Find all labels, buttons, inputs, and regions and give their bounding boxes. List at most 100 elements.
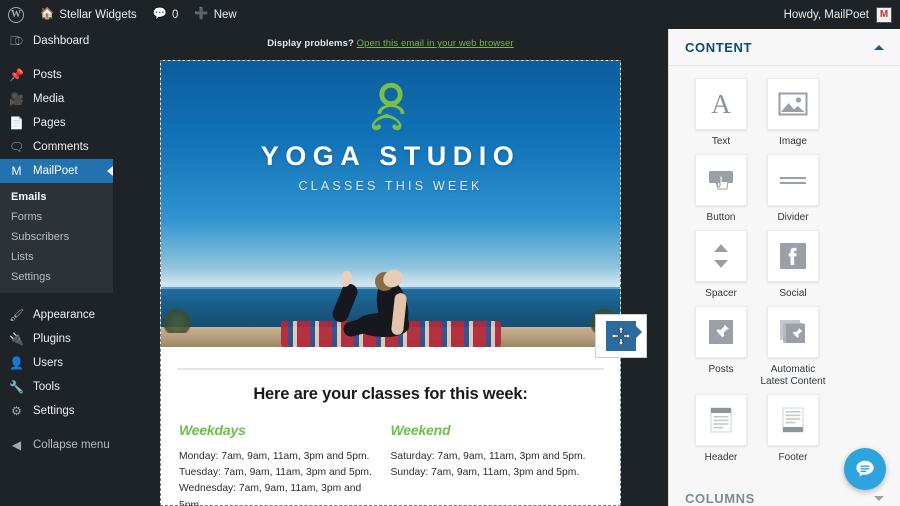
yoga-figure-logo: [371, 82, 405, 131]
classes-columns: Weekdays Monday: 7am, 9am, 11am, 3pm and…: [175, 422, 606, 506]
site-name-label: Stellar Widgets: [59, 8, 137, 21]
widget-text[interactable]: A Text: [687, 78, 755, 148]
comment-icon: 🗨: [9, 140, 25, 154]
sidebar-item-label: Posts: [33, 69, 62, 81]
widget-label: Social: [779, 288, 807, 299]
weekend-column[interactable]: Weekend Saturday: 7am, 9am, 11am, 3pm an…: [391, 422, 603, 506]
email-body[interactable]: YOGA STUDIO CLASSES THIS WEEK Here are y…: [160, 60, 647, 506]
chat-bubble-icon: [856, 460, 874, 477]
sidebar-item-label: Collapse menu: [33, 439, 110, 451]
widget-label: Spacer: [705, 288, 737, 299]
help-chat-button[interactable]: [844, 448, 886, 490]
chevron-up-icon[interactable]: [874, 45, 884, 50]
active-arrow-icon: [107, 166, 113, 176]
submenu-item-emails[interactable]: Emails: [0, 187, 113, 207]
widget-posts[interactable]: Posts: [687, 306, 755, 388]
widget-button[interactable]: Button: [687, 154, 755, 224]
submenu-item-forms[interactable]: Forms: [0, 207, 113, 227]
schedule-line: Tuesday: 7am, 9am, 11am, 3pm and 5pm.: [179, 467, 372, 479]
sidebar-item-mailpoet[interactable]: M MailPoet: [0, 159, 113, 183]
move-handle-icon: [606, 321, 642, 351]
comment-icon: 💬: [152, 7, 167, 20]
spacer-icon: [695, 230, 747, 282]
pages-icon: 📄: [9, 116, 24, 130]
sidebar-item-label: Pages: [33, 117, 66, 129]
sidebar-item-tools[interactable]: 🔧 Tools: [0, 375, 113, 399]
weekend-title: Weekend: [390, 422, 451, 438]
sidebar-item-label: Dashboard: [33, 35, 90, 47]
header-icon: [695, 394, 747, 446]
comments-button[interactable]: 💬 0: [145, 0, 187, 29]
wordpress-logo-icon: W: [8, 6, 24, 23]
account-menu[interactable]: Howdy, MailPoet M: [783, 6, 900, 23]
sidebar-item-appearance[interactable]: 🖌 Appearance: [0, 303, 113, 327]
open-in-browser-link[interactable]: Open this email in your web browser: [357, 38, 514, 49]
sidebar-item-label: Settings: [33, 405, 75, 417]
admin-sidebar: ⎄ Dashboard 📌 Posts 🎥 Media 📄 Pages 🗨 Co…: [0, 29, 113, 506]
weekend-schedule: Saturday: 7am, 9am, 11am, 3pm and 5pm. S…: [391, 449, 593, 481]
widget-label: Button: [706, 212, 736, 223]
button-icon: [695, 154, 747, 206]
posts-icon: [695, 306, 747, 358]
widget-automatic-latest-content[interactable]: Automatic Latest Content: [759, 306, 827, 388]
classes-heading: Here are your classes for this week:: [253, 385, 528, 403]
submenu-item-lists[interactable]: Lists: [0, 247, 113, 267]
sidebar-item-users[interactable]: 👤 Users: [0, 351, 113, 375]
widget-footer[interactable]: Footer: [759, 394, 827, 464]
sidebar-item-dashboard[interactable]: ⎄ Dashboard: [0, 29, 113, 53]
widget-spacer[interactable]: Spacer: [687, 230, 755, 300]
media-icon: 🎥: [9, 92, 24, 106]
widget-header[interactable]: Header: [687, 394, 755, 464]
wrench-icon: 🔧: [9, 380, 24, 394]
move-block-handle[interactable]: [595, 314, 647, 358]
sidebar-item-label: Appearance: [33, 309, 96, 321]
sidebar-item-label: Media: [33, 93, 65, 105]
hero-overlay: YOGA STUDIO CLASSES THIS WEEK: [161, 61, 620, 347]
mailpoet-icon: M: [11, 164, 22, 178]
new-label: New: [213, 8, 237, 21]
sidebar-item-pages[interactable]: 📄 Pages: [0, 111, 113, 135]
sidebar-collapse-menu[interactable]: ◀ Collapse menu: [0, 433, 113, 457]
greeting-label: Howdy, MailPoet: [783, 8, 869, 21]
brush-icon: 🖌: [9, 308, 25, 322]
widget-image[interactable]: Image: [759, 78, 827, 148]
content-divider: [177, 368, 604, 370]
schedule-line: Saturday: 7am, 9am, 11am, 3pm and 5pm.: [390, 451, 586, 462]
schedule-line: Wednesday: 7am, 9am, 11am, 3pm and 5pm.: [179, 483, 362, 506]
section-header-content[interactable]: CONTENT: [669, 29, 900, 66]
schedule-line: Sunday: 7am, 9am, 11am, 3pm and 5pm.: [390, 467, 580, 479]
email-header-image[interactable]: YOGA STUDIO CLASSES THIS WEEK: [161, 61, 620, 347]
submenu-item-settings[interactable]: Settings: [0, 267, 113, 287]
sidebar-item-label: Tools: [33, 381, 60, 393]
section-title: CONTENT: [685, 40, 753, 55]
content-widgets-grid: A Text Image Button Divider Spacer Socia…: [669, 66, 900, 480]
dashboard-icon: ⎄: [10, 34, 23, 48]
site-name-button[interactable]: 🏠 Stellar Widgets: [32, 0, 145, 29]
sidebar-item-label: MailPoet: [33, 165, 78, 177]
automatic-latest-content-icon: [767, 306, 819, 358]
sidebar-item-plugins[interactable]: 🔌 Plugins: [0, 327, 113, 351]
widget-label: Image: [779, 136, 807, 147]
comments-count: 0: [172, 8, 179, 21]
sidebar-item-label: Comments: [33, 141, 89, 153]
email-canvas: Display problems? Open this email in you…: [113, 29, 668, 506]
submenu-item-subscribers[interactable]: Subscribers: [0, 227, 113, 247]
pin-icon: 📌: [9, 68, 24, 82]
sidebar-item-label: Plugins: [33, 333, 71, 345]
admin-bar: W 🏠 Stellar Widgets 💬 0 ➕ New Howdy, Mai…: [0, 0, 900, 29]
plus-icon: ➕: [194, 7, 209, 20]
widget-label: Automatic Latest Content: [760, 364, 826, 387]
sidebar-item-label: Users: [33, 357, 64, 369]
sidebar-item-comments[interactable]: 🗨 Comments: [0, 135, 113, 159]
sidebar-item-posts[interactable]: 📌 Posts: [0, 63, 113, 87]
new-button[interactable]: ➕ New: [186, 0, 244, 29]
wordpress-logo-button[interactable]: W: [0, 0, 32, 29]
avatar: M: [876, 6, 892, 23]
weekdays-column[interactable]: Weekdays Monday: 7am, 9am, 11am, 3pm and…: [179, 422, 391, 506]
chevron-down-icon[interactable]: [874, 496, 884, 501]
widget-social[interactable]: Social: [759, 230, 827, 300]
sidebar-item-media[interactable]: 🎥 Media: [0, 87, 113, 111]
sidebar-item-settings[interactable]: ⚙ Settings: [0, 399, 113, 423]
widget-divider[interactable]: Divider: [759, 154, 827, 224]
home-icon: 🏠: [40, 7, 55, 20]
